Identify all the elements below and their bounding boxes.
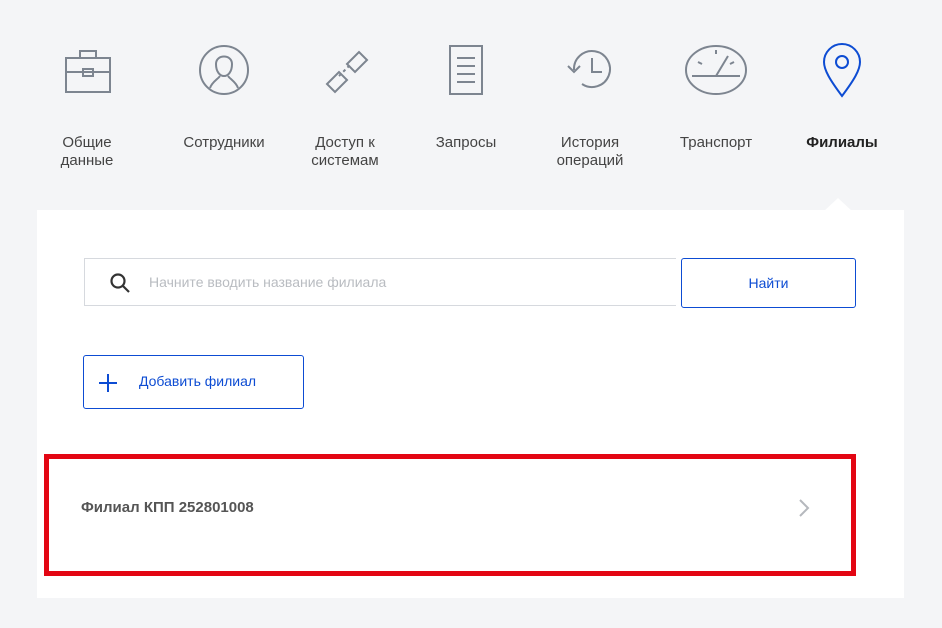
- chevron-right-icon: [799, 499, 810, 517]
- briefcase-icon: [65, 50, 111, 93]
- link-icon: [325, 50, 369, 94]
- nav-label: Доступ к системам: [311, 134, 379, 169]
- history-icon: [567, 50, 611, 89]
- nav-label: История операций: [556, 134, 624, 169]
- nav-label: Сотрудники: [183, 134, 265, 151]
- person-icon: [199, 45, 249, 95]
- nav-item-operations-history[interactable]: История операций: [538, 10, 642, 190]
- add-branch-button[interactable]: Добавить филиал: [83, 355, 304, 409]
- document-icon: [449, 45, 483, 95]
- section-nav: Общие данные Сотрудники Доступ к система…: [40, 10, 904, 198]
- nav-label: Филиалы: [806, 134, 878, 151]
- search-icon: [110, 273, 130, 293]
- nav-label: Общие данные: [60, 134, 114, 169]
- nav-item-system-access[interactable]: Доступ к системам: [292, 10, 398, 190]
- speedometer-icon: [685, 45, 747, 95]
- branches-panel: Найти Добавить филиал Филиал КПП 2528010…: [37, 210, 904, 598]
- nav-label: Запросы: [435, 134, 497, 151]
- find-button[interactable]: Найти: [681, 258, 856, 308]
- location-pin-icon: [822, 43, 862, 98]
- branch-name: Филиал КПП 252801008: [81, 499, 254, 516]
- nav-label: Транспорт: [679, 134, 753, 151]
- plus-icon: [99, 374, 117, 392]
- search-box: [84, 258, 676, 306]
- nav-item-branches[interactable]: Филиалы: [790, 10, 894, 190]
- search-input[interactable]: [149, 259, 669, 305]
- nav-item-general-data[interactable]: Общие данные: [50, 10, 124, 190]
- branch-list-item[interactable]: Филиал КПП 252801008: [44, 454, 856, 576]
- add-branch-label: Добавить филиал: [139, 373, 257, 389]
- nav-item-employees[interactable]: Сотрудники: [168, 10, 280, 190]
- nav-item-transport[interactable]: Транспорт: [662, 10, 770, 190]
- nav-item-requests[interactable]: Запросы: [418, 10, 514, 190]
